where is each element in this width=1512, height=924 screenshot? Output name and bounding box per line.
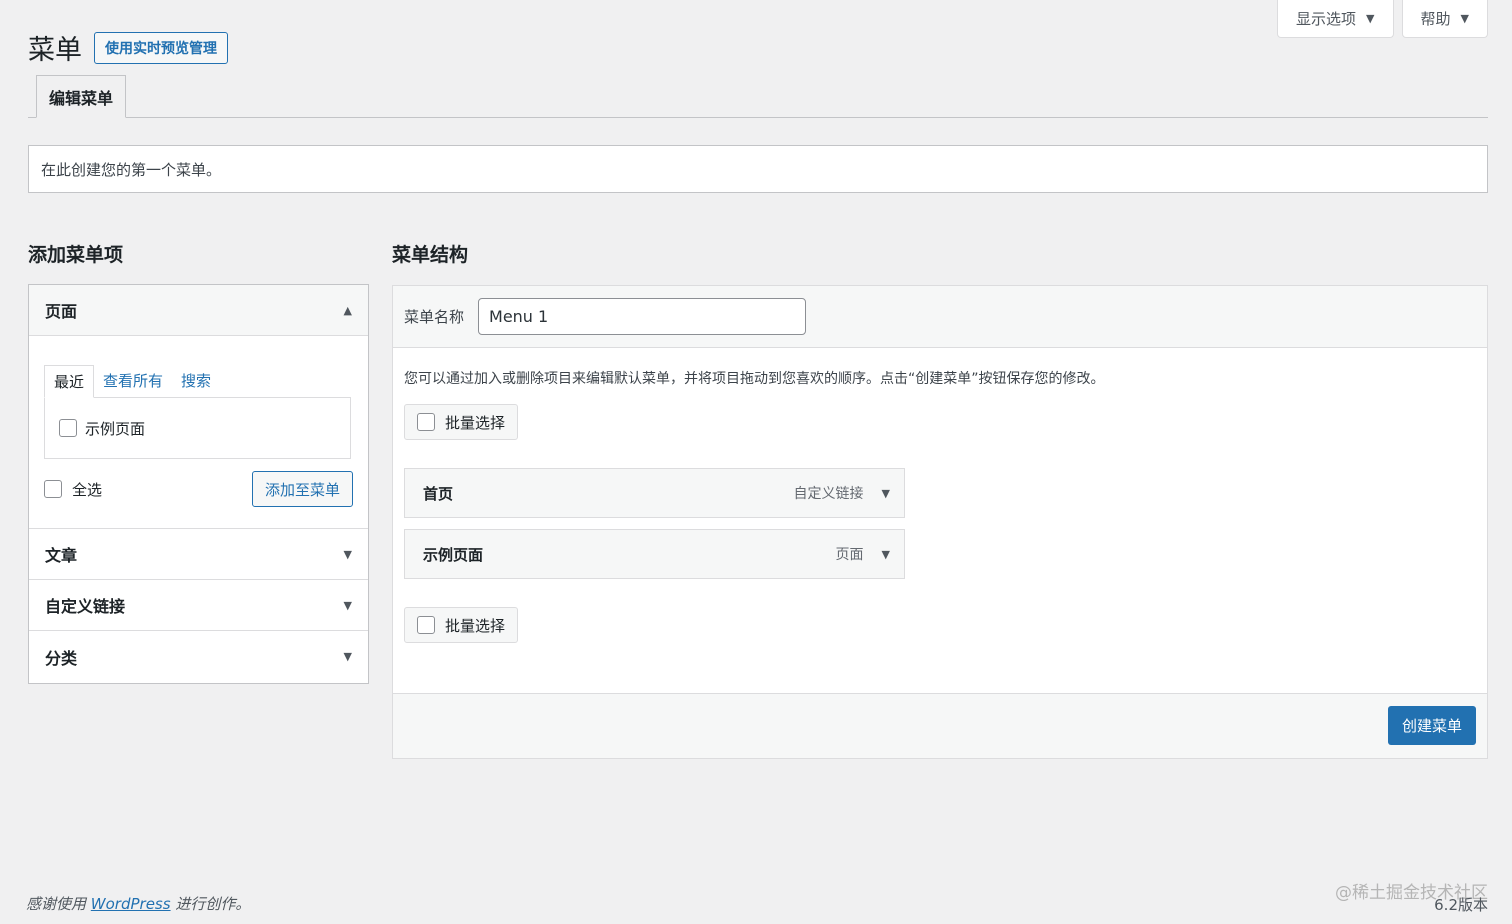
footer-thanks-suffix: 进行创作。 [175, 895, 251, 913]
accordion-pages-header[interactable]: 页面 ▲ [29, 285, 368, 336]
accordion-custom-links-header[interactable]: 自定义链接 ▼ [29, 580, 368, 631]
pages-tabs: 最近 查看所有 搜索 [44, 364, 353, 398]
footer-thanks-prefix: 感谢使用 [26, 895, 87, 913]
tab-most-recent[interactable]: 最近 [44, 365, 95, 398]
menu-item-meta: 自定义链接 ▼ [794, 483, 890, 503]
caret-down-icon: ▼ [1366, 12, 1375, 25]
accordion-pages-body: 最近 查看所有 搜索 示例页面 全选 添加至菜单 [29, 336, 368, 529]
nav-tab-wrapper: 编辑菜单 [28, 75, 1488, 118]
menu-instructions: 您可以通过加入或删除项目来编辑默认菜单，并将项目拖动到您喜欢的顺序。点击“创建菜… [404, 371, 1105, 387]
create-menu-button[interactable]: 创建菜单 [1387, 706, 1476, 745]
menu-item-meta: 页面 ▼ [836, 544, 890, 564]
arrow-up-icon: ▲ [343, 303, 352, 317]
menu-item-home[interactable]: 首页 自定义链接 ▼ [404, 468, 905, 518]
page-item-label: 示例页面 [85, 419, 146, 438]
menu-structure-heading: 菜单结构 [392, 244, 469, 266]
menu-structure-panel: 菜单名称 您可以通过加入或删除项目来编辑默认菜单，并将项目拖动到您喜欢的顺序。点… [392, 285, 1488, 759]
help-button[interactable]: 帮助 ▼ [1401, 0, 1488, 38]
accordion-pages-title: 页面 [45, 302, 78, 321]
select-all-checkbox[interactable] [44, 480, 62, 498]
arrow-down-icon: ▼ [343, 547, 352, 561]
arrow-down-icon: ▼ [343, 598, 352, 612]
notice-message: 在此创建您的第一个菜单。 [28, 145, 1488, 193]
menu-name-label: 菜单名称 [404, 308, 465, 326]
arrow-down-icon: ▼ [343, 650, 352, 663]
add-menu-items-accordion: 页面 ▲ 最近 查看所有 搜索 示例页面 全选 添加至菜单 文章 ▼ 自定义链接… [28, 284, 369, 684]
bulk-select-label: 批量选择 [445, 616, 506, 635]
add-to-menu-button[interactable]: 添加至菜单 [251, 471, 353, 507]
bulk-select-label: 批量选择 [445, 413, 506, 432]
page-header: 菜单 使用实时预览管理 [28, 28, 228, 67]
bulk-select-checkbox[interactable] [417, 616, 435, 634]
menu-item-type: 页面 [835, 547, 864, 563]
caret-down-icon: ▼ [1460, 12, 1469, 25]
accordion-custom-links-title: 自定义链接 [45, 597, 126, 616]
menu-item-sample-page[interactable]: 示例页面 页面 ▼ [404, 529, 905, 579]
accordion-categories-header[interactable]: 分类 ▼ [29, 631, 368, 682]
accordion-posts-title: 文章 [45, 546, 78, 565]
tab-search[interactable]: 搜索 [172, 364, 220, 397]
live-preview-button[interactable]: 使用实时预览管理 [94, 31, 228, 64]
footer-thanks: 感谢使用 WordPress 进行创作。 [26, 893, 250, 914]
add-menu-items-heading: 添加菜单项 [28, 244, 124, 266]
help-label: 帮助 [1420, 10, 1451, 28]
menu-name-bar: 菜单名称 [393, 286, 1487, 348]
menu-item-title: 首页 [423, 484, 454, 503]
bulk-select-checkbox[interactable] [417, 413, 435, 431]
screen-options-label: 显示选项 [1296, 10, 1357, 28]
accordion-posts-header[interactable]: 文章 ▼ [29, 529, 368, 580]
page-checkbox[interactable] [59, 419, 77, 437]
menu-item-title: 示例页面 [423, 545, 484, 564]
menu-footer-bar: 创建菜单 [393, 693, 1487, 758]
screen-meta-links: 显示选项 ▼ 帮助 ▼ [1277, 0, 1488, 38]
select-all: 全选 [44, 479, 102, 500]
menu-name-input[interactable] [478, 298, 807, 335]
pages-checklist: 示例页面 [44, 397, 351, 459]
version-label: 6.2版本 [1434, 896, 1488, 914]
caret-down-icon[interactable]: ▼ [882, 548, 890, 561]
select-all-label: 全选 [72, 480, 103, 499]
bulk-select-top[interactable]: 批量选择 [404, 404, 519, 440]
accordion-categories-title: 分类 [45, 648, 78, 668]
bulk-select-bottom[interactable]: 批量选择 [404, 607, 519, 643]
wordpress-link[interactable]: WordPress [91, 895, 171, 913]
screen-options-button[interactable]: 显示选项 ▼ [1277, 0, 1394, 38]
tab-edit-menus[interactable]: 编辑菜单 [36, 75, 127, 118]
page-title: 菜单 [28, 35, 82, 66]
caret-down-icon[interactable]: ▼ [882, 487, 890, 500]
pages-actions: 全选 添加至菜单 [44, 471, 353, 507]
tab-view-all[interactable]: 查看所有 [94, 364, 172, 397]
menu-item-type: 自定义链接 [793, 486, 864, 502]
